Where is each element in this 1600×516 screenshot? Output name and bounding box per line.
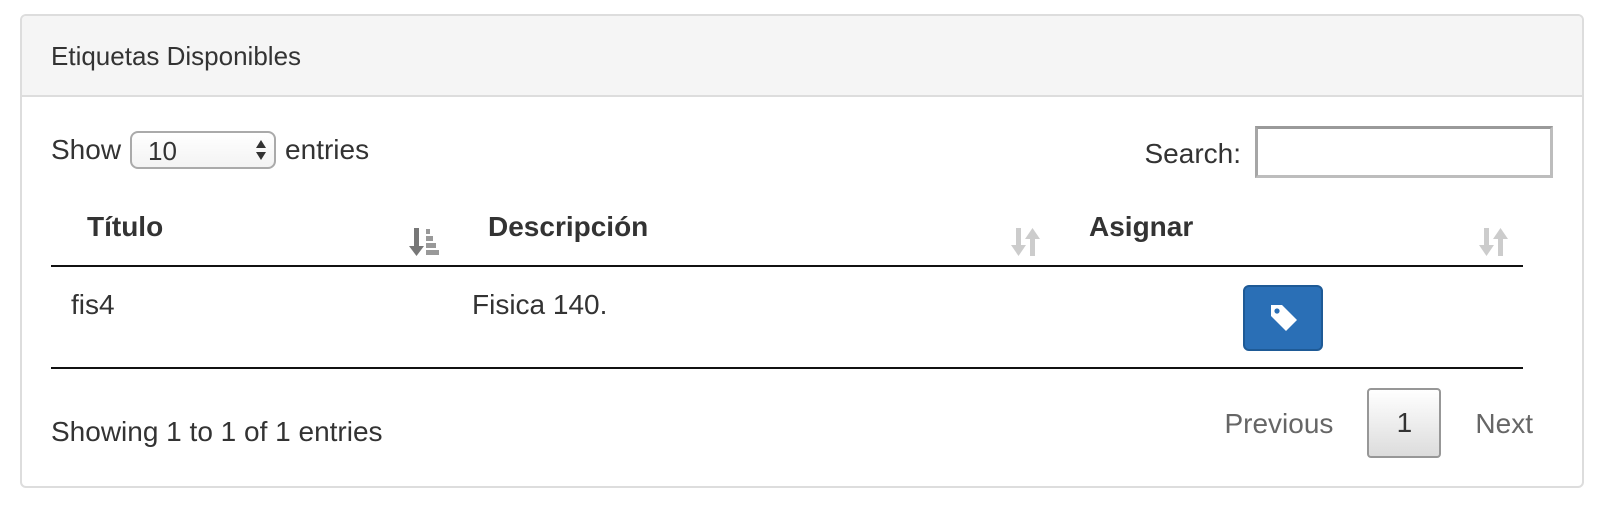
entries-per-page-value: 10 — [148, 136, 177, 166]
pagination: Previous 1 Next — [1204, 388, 1553, 458]
cell-descripcion: Fisica 140. — [467, 266, 1083, 369]
panel-heading: Etiquetas Disponibles — [22, 16, 1582, 97]
previous-page-button[interactable]: Previous — [1204, 408, 1353, 440]
column-header-label: Descripción — [488, 211, 649, 242]
next-page-button[interactable]: Next — [1455, 408, 1553, 440]
search-label: Search: — [1144, 138, 1242, 169]
table-row: fis4 Fisica 140. — [51, 266, 1523, 369]
entries-per-page-select[interactable]: 10 — [130, 131, 277, 169]
length-prefix-label: Show — [51, 134, 122, 165]
cell-titulo-text: fis4 — [71, 289, 115, 320]
search-control: Search: — [1144, 126, 1553, 178]
tag-icon — [1271, 305, 1297, 331]
cell-descripcion-text: Fisica 140. — [472, 289, 608, 320]
column-header-titulo[interactable]: Título — [51, 201, 467, 267]
cell-asignar — [1083, 266, 1523, 369]
tags-table: Título Descripción Asignar fis4 Fisica 1… — [51, 201, 1523, 369]
entries-length-control: Show 10 entries — [51, 130, 369, 170]
search-input[interactable] — [1255, 126, 1553, 178]
table-info-text: Showing 1 to 1 of 1 entries — [51, 416, 383, 447]
available-tags-panel: Etiquetas Disponibles Show 10 entries Se… — [20, 14, 1584, 488]
column-header-label: Título — [87, 211, 164, 242]
sort-both-icon — [1479, 228, 1508, 256]
column-header-label: Asignar — [1089, 211, 1194, 242]
panel-title: Etiquetas Disponibles — [51, 41, 302, 71]
page-1-button[interactable]: 1 — [1367, 388, 1442, 458]
assign-tag-button[interactable] — [1243, 285, 1323, 351]
column-header-asignar[interactable]: Asignar — [1083, 201, 1523, 267]
cell-titulo: fis4 — [51, 266, 467, 369]
table-header-row: Título Descripción Asignar — [51, 201, 1523, 267]
sort-both-icon — [1011, 228, 1040, 256]
length-suffix-label: entries — [285, 134, 370, 165]
select-updown-arrows-icon — [256, 140, 267, 160]
column-header-descripcion[interactable]: Descripción — [467, 201, 1083, 267]
sort-amount-desc-icon — [409, 228, 439, 256]
